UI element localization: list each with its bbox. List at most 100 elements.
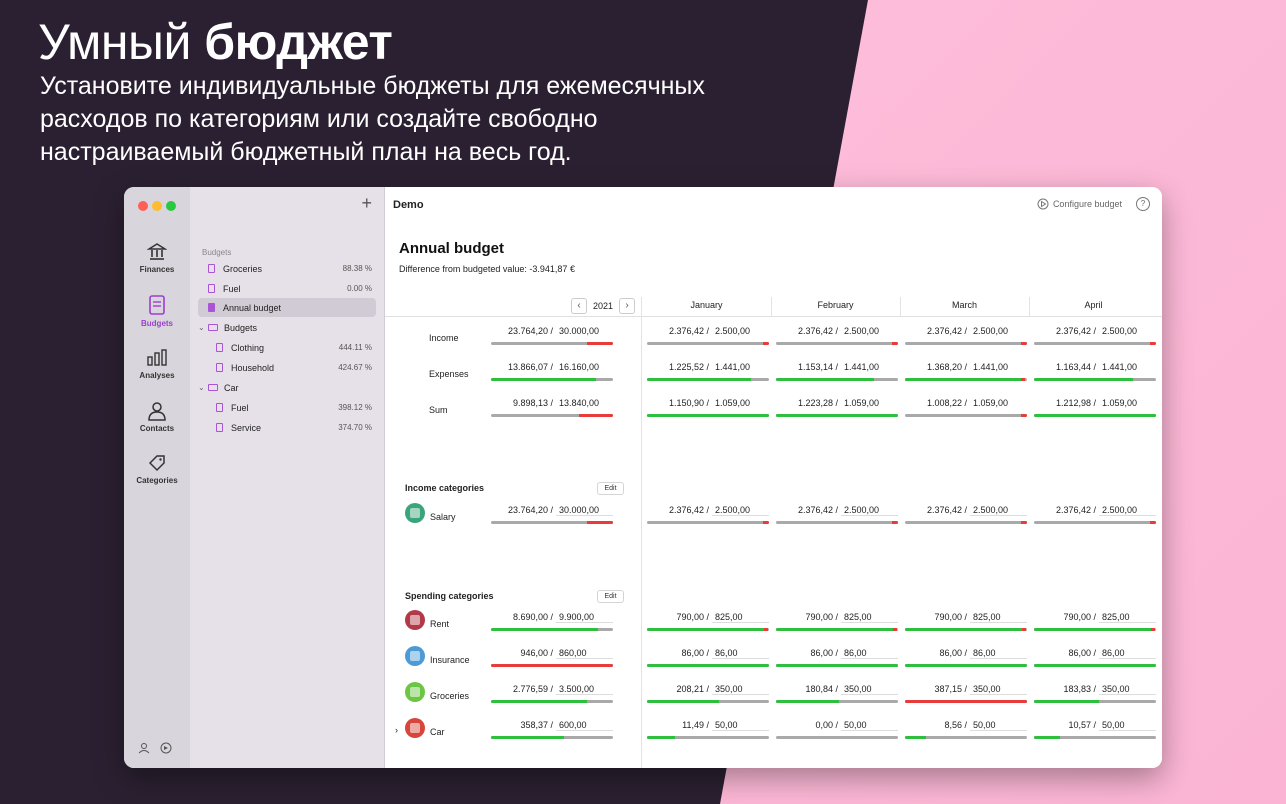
help-button[interactable]: ? (1136, 197, 1150, 211)
progress-fill (491, 700, 588, 703)
add-budget-button[interactable]: + (361, 193, 372, 214)
actual-value: 180,84 / (805, 684, 838, 694)
edit-income-categories-button[interactable]: Edit (597, 482, 624, 495)
progress-fill (647, 736, 676, 739)
sidebar-item-car-service[interactable]: Service 374.70 % (198, 418, 376, 437)
budgeted-value-input[interactable]: 2.500,00 (712, 505, 769, 516)
budget-cell: 1.163,44 / 1.441,00 (1034, 362, 1156, 384)
nav-budgets[interactable]: Budgets (124, 294, 190, 328)
sidebar-item-annual-budget[interactable]: Annual budget (198, 298, 376, 317)
budgeted-value-input[interactable]: 50,00 (970, 720, 1027, 731)
budgeted-value-input[interactable]: 350,00 (841, 684, 898, 695)
next-year-button[interactable]: › (619, 298, 636, 314)
sync-icon[interactable] (160, 742, 172, 754)
budget-cell: 2.376,42 /2.500,00 (905, 505, 1027, 527)
sidebar-item-car-fuel[interactable]: Fuel 398.12 % (198, 398, 376, 417)
budget-cell: 1.225,52 / 1.441,00 (647, 362, 769, 384)
actual-value: 2.376,42 / (797, 505, 838, 515)
budgeted-value-input[interactable]: 350,00 (970, 684, 1027, 695)
progress-bar (647, 700, 769, 703)
budgeted-value-input[interactable]: 825,00 (1099, 612, 1156, 623)
actual-value: 790,00 / (934, 612, 967, 622)
sidebar-item-fuel[interactable]: Fuel 0.00 % (198, 279, 376, 298)
house-icon (405, 610, 425, 630)
edit-spending-categories-button[interactable]: Edit (597, 590, 624, 603)
summary-row-label: Expenses (429, 369, 469, 379)
budget-values: 1.150,90 / 1.059,00 (647, 398, 769, 408)
progress-fill (776, 700, 840, 703)
progress-fill (776, 664, 898, 667)
sidebar-folder-budgets[interactable]: ⌄ Budgets (198, 318, 376, 337)
budgeted-value-input[interactable]: 9.900,00 (556, 612, 613, 623)
budgeted-value-input[interactable]: 825,00 (841, 612, 898, 623)
minimize-window-button[interactable] (152, 201, 162, 211)
progress-bar (905, 378, 1027, 381)
budgeted-value-input[interactable]: 86,00 (841, 648, 898, 659)
actual-value: 790,00 / (805, 612, 838, 622)
budget-cell: 86,00 /86,00 (1034, 648, 1156, 670)
chevron-down-icon[interactable]: ⌄ (198, 323, 208, 332)
nav-contacts[interactable]: Contacts (124, 401, 190, 433)
header-divider (385, 316, 1162, 317)
sidebar-folder-car[interactable]: ⌄ Car (198, 378, 376, 397)
progress-bar (905, 700, 1027, 703)
budget-values: 790,00 /825,00 (776, 612, 898, 623)
previous-year-button[interactable]: ‹ (571, 298, 587, 314)
actual-value: 2.376,42 / (668, 505, 709, 515)
progress-fill (905, 700, 1027, 703)
budgeted-value-input[interactable]: 350,00 (712, 684, 769, 695)
actual-value: 2.376,42 / (797, 326, 838, 336)
budgeted-value-input[interactable]: 3.500,00 (556, 684, 613, 695)
close-window-button[interactable] (138, 201, 148, 211)
actual-value: 23.764,20 / (507, 326, 553, 336)
actual-value: 358,37 / (520, 720, 553, 730)
budgeted-value-input[interactable]: 2.500,00 (970, 505, 1027, 516)
sidebar-item-clothing[interactable]: Clothing 444.11 % (198, 338, 376, 357)
sidebar-item-groceries[interactable]: Groceries 88.38 % (198, 259, 376, 278)
budgeted-value-input[interactable]: 50,00 (712, 720, 769, 731)
budgeted-value-input[interactable]: 2.500,00 (1099, 505, 1156, 516)
budgeted-value-input[interactable]: 825,00 (970, 612, 1027, 623)
budgeted-value-input[interactable]: 600,00 (556, 720, 613, 731)
budget-values: 86,00 /86,00 (1034, 648, 1156, 659)
nav-analyses[interactable]: Analyses (124, 348, 190, 380)
progress-fill (491, 664, 613, 667)
budgeted-value-input[interactable]: 860,00 (556, 648, 613, 659)
account-icon[interactable] (138, 742, 150, 754)
budget-cell: 790,00 /825,00 (905, 612, 1027, 634)
budgeted-value-input[interactable]: 86,00 (712, 648, 769, 659)
budgeted-value-input[interactable]: 50,00 (1099, 720, 1156, 731)
actual-value: 2.376,42 / (668, 326, 709, 336)
progress-bar (1034, 342, 1156, 345)
budget-values: 1.368,20 / 1.441,00 (905, 362, 1027, 372)
actual-value: 2.776,59 / (512, 684, 553, 694)
chevron-down-icon[interactable]: ⌄ (198, 383, 208, 392)
expand-chevron-icon[interactable]: › (395, 725, 398, 735)
budget-cell: 23.764,20 /30.000,00 (491, 505, 613, 527)
configure-budget-button[interactable]: Configure budget (1037, 198, 1122, 210)
budget-cell: 790,00 /825,00 (647, 612, 769, 634)
budgeted-value-input[interactable]: 825,00 (712, 612, 769, 623)
budget-values: 0,00 /50,00 (776, 720, 898, 731)
sidebar-item-household[interactable]: Household 424.67 % (198, 358, 376, 377)
apple-icon (405, 682, 425, 702)
actual-value: 183,83 / (1063, 684, 1096, 694)
budgeted-value-input[interactable]: 2.500,00 (841, 505, 898, 516)
actual-value: 946,00 / (520, 648, 553, 658)
zoom-window-button[interactable] (166, 201, 176, 211)
budget-values: 2.376,42 / 2.500,00 (905, 326, 1027, 336)
budgeted-value-input[interactable]: 86,00 (970, 648, 1027, 659)
budgeted-value-input[interactable]: 50,00 (841, 720, 898, 731)
budgeted-value-input[interactable]: 30.000,00 (556, 505, 613, 516)
budgeted-value-input[interactable]: 350,00 (1099, 684, 1156, 695)
budgeted-value-input[interactable]: 86,00 (1099, 648, 1156, 659)
progress-bar (647, 628, 769, 631)
progress-bar (905, 414, 1027, 417)
progress-bar (1034, 414, 1156, 417)
icon-glyph (410, 651, 420, 661)
nav-finances[interactable]: Finances (124, 242, 190, 274)
budget-cell: 2.376,42 /2.500,00 (776, 505, 898, 527)
app-window: Finances Budgets Analyses Contacts Categ… (124, 187, 1162, 768)
nav-categories[interactable]: Categories (124, 453, 190, 485)
budgeted-value-input: 1.441,00 (973, 362, 1009, 372)
